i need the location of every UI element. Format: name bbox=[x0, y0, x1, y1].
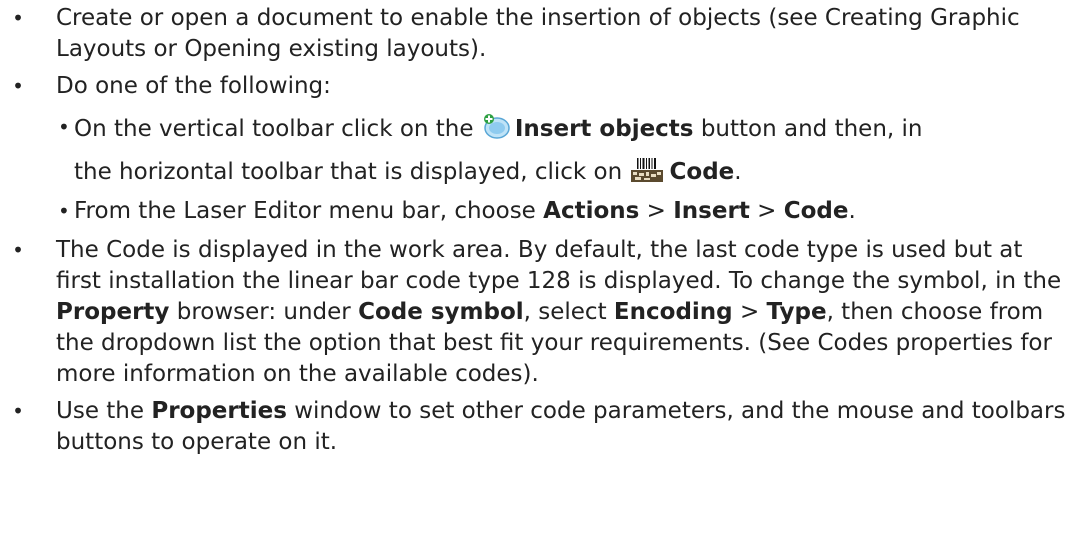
menu-separator: > bbox=[757, 198, 777, 224]
option-toolbar-text-2: button and then, in bbox=[700, 116, 923, 142]
option-toolbar-text-1: On the vertical toolbar click on the bbox=[74, 116, 474, 142]
step-3-text-1: The Code is displayed in the work area. … bbox=[56, 237, 1062, 294]
menu-actions: Actions bbox=[543, 198, 640, 224]
option-menu-text-1: From the Laser Editor menu bar, choose bbox=[74, 198, 536, 224]
menu-code: Code bbox=[783, 198, 849, 224]
step-4-text-1: Use the bbox=[56, 398, 145, 424]
menu-insert: Insert bbox=[673, 198, 750, 224]
type-label: Type bbox=[766, 299, 827, 325]
bullet: • bbox=[12, 6, 24, 30]
insert-objects-icon bbox=[481, 112, 511, 140]
bullet: • bbox=[12, 238, 24, 262]
option-toolbar-line-2: the horizontal toolbar that is displayed… bbox=[74, 157, 1069, 188]
option-toolbar-text-3: the horizontal toolbar that is displayed… bbox=[74, 159, 623, 185]
option-toolbar-period: . bbox=[734, 159, 742, 185]
step-3-text-3: , select bbox=[523, 299, 607, 325]
property-label: Property bbox=[56, 299, 170, 325]
procedure-steps: • Create or open a document to enable th… bbox=[0, 3, 1075, 458]
step-4: • Use the Properties window to set other… bbox=[0, 396, 1075, 458]
barcode-icon bbox=[630, 157, 664, 183]
step-2-text: Do one of the following: bbox=[56, 73, 331, 99]
menu-separator: > bbox=[739, 299, 760, 325]
bullet: • bbox=[12, 74, 24, 98]
step-1: • Create or open a document to enable th… bbox=[0, 3, 1075, 65]
step-2-options: • On the vertical toolbar click on the I… bbox=[56, 112, 1069, 227]
code-symbol-label: Code symbol bbox=[358, 299, 524, 325]
insert-objects-label: Insert objects bbox=[514, 116, 694, 142]
step-1-text: Create or open a document to enable the … bbox=[56, 5, 1020, 62]
option-toolbar: • On the vertical toolbar click on the I… bbox=[56, 112, 1069, 188]
document-body: • Create or open a document to enable th… bbox=[0, 0, 1075, 542]
bullet: • bbox=[12, 399, 24, 423]
menu-separator: > bbox=[646, 198, 666, 224]
step-3-text-2: browser: under bbox=[176, 299, 351, 325]
option-menu-period: . bbox=[848, 198, 856, 224]
option-menu: • From the Laser Editor menu bar, choose… bbox=[56, 196, 1069, 227]
sub-bullet: • bbox=[58, 199, 70, 223]
step-2: • Do one of the following: • On the vert… bbox=[0, 71, 1075, 227]
sub-bullet: • bbox=[58, 115, 70, 139]
step-3: • The Code is displayed in the work area… bbox=[0, 235, 1075, 390]
code-label: Code bbox=[669, 159, 735, 185]
properties-label: Properties bbox=[151, 398, 287, 424]
encoding-label: Encoding bbox=[613, 299, 733, 325]
